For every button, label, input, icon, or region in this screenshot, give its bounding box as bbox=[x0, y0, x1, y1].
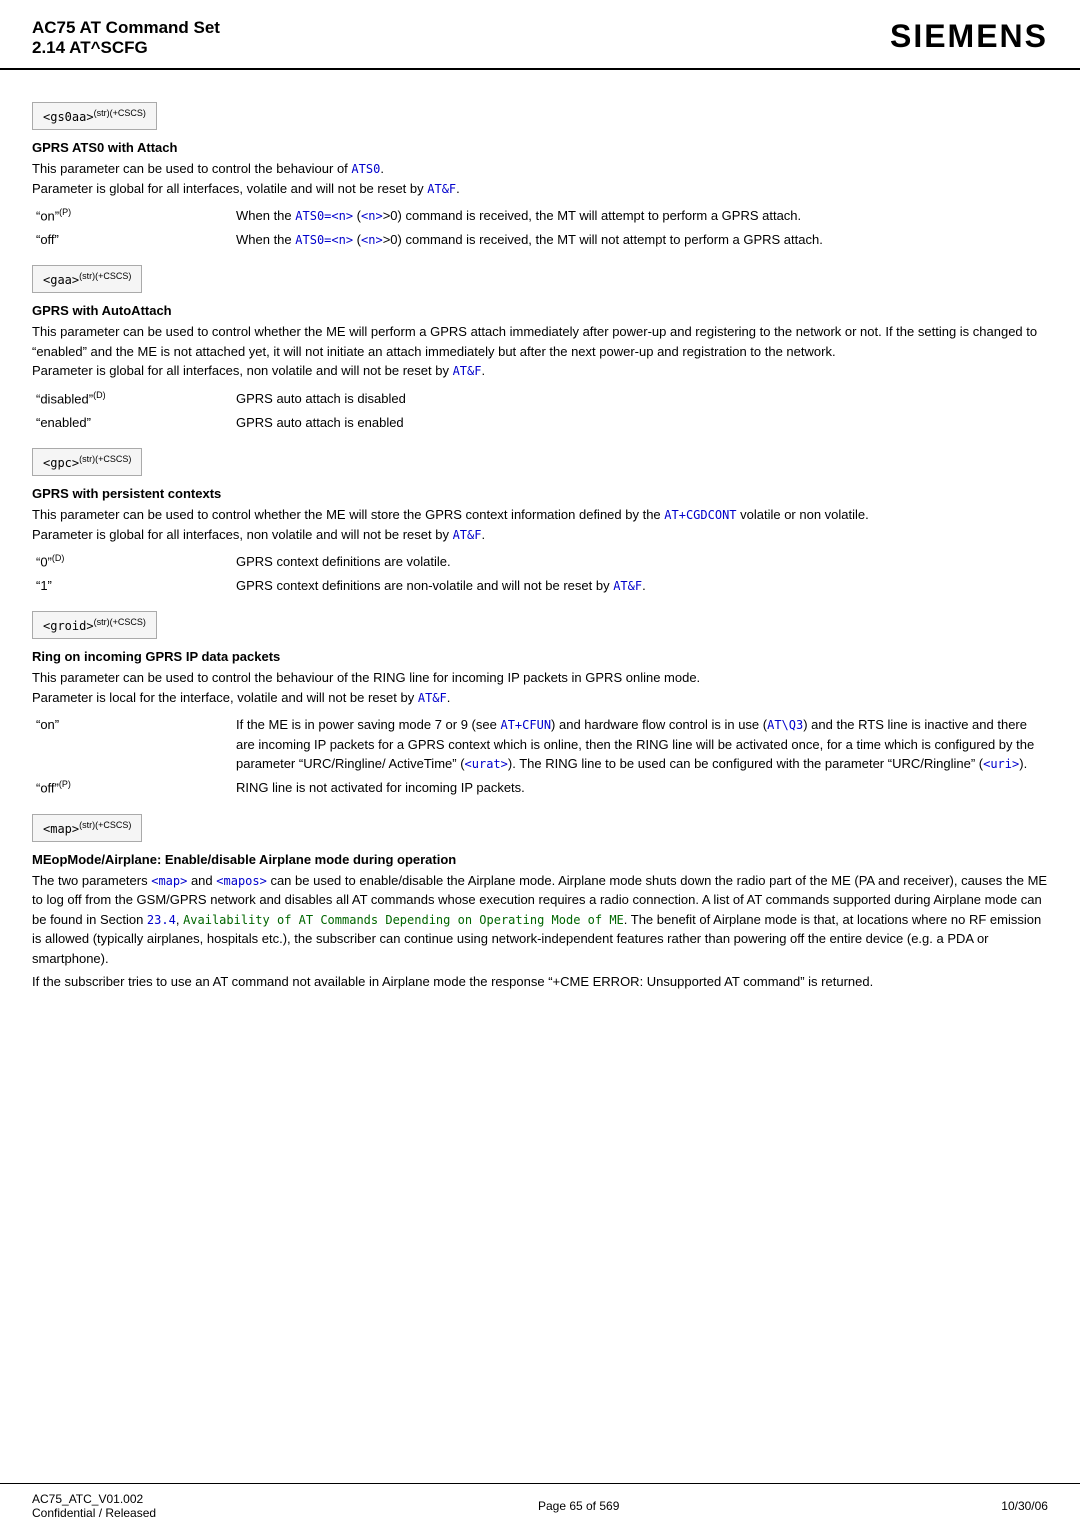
param-box-map: <map>(str)(+CSCS) bbox=[32, 814, 142, 842]
def-table-gs0aa: “on”(P) When the ATS0=<n> (<n>>0) comman… bbox=[32, 204, 1048, 251]
page-footer: AC75_ATC_V01.002 Confidential / Released… bbox=[0, 1483, 1080, 1528]
section-groid: <groid>(str)(+CSCS) Ring on incoming GPR… bbox=[32, 611, 1048, 799]
main-content: <gs0aa>(str)(+CSCS) GPRS ATS0 with Attac… bbox=[0, 70, 1080, 1018]
table-row: “0”(D) GPRS context definitions are vola… bbox=[32, 550, 1048, 574]
ref-atf-1: AT&F bbox=[427, 182, 456, 196]
page-header: AC75 AT Command Set 2.14 AT^SCFG SIEMENS bbox=[0, 0, 1080, 70]
term-off: “off” bbox=[32, 228, 232, 252]
body-text-gaa-1: This parameter can be used to control wh… bbox=[32, 322, 1048, 381]
param-name-gpc: <gpc> bbox=[43, 456, 79, 470]
param-sup-gpc: (str)(+CSCS) bbox=[79, 454, 131, 464]
ref-atf-3: AT&F bbox=[453, 528, 482, 542]
param-sup-groid: (str)(+CSCS) bbox=[94, 617, 146, 627]
def-off-groid: RING line is not activated for incoming … bbox=[232, 776, 1048, 800]
section-map: <map>(str)(+CSCS) MEopMode/Airplane: Ena… bbox=[32, 814, 1048, 992]
ref-section-234: 23.4 bbox=[147, 913, 176, 927]
param-box-gpc: <gpc>(str)(+CSCS) bbox=[32, 448, 142, 476]
table-row: “on” If the ME is in power saving mode 7… bbox=[32, 713, 1048, 776]
footer-page-number: Page 65 of 569 bbox=[538, 1499, 619, 1513]
def-table-groid: “on” If the ME is in power saving mode 7… bbox=[32, 713, 1048, 799]
term-1: “1” bbox=[32, 574, 232, 598]
ref-mapos: <mapos> bbox=[216, 874, 267, 888]
body-text-gs0aa-1: This parameter can be used to control th… bbox=[32, 159, 1048, 198]
term-on-groid: “on” bbox=[32, 713, 232, 776]
def-table-gpc: “0”(D) GPRS context definitions are vola… bbox=[32, 550, 1048, 597]
body-text-gpc-1: This parameter can be used to control wh… bbox=[32, 505, 1048, 544]
header-right: SIEMENS bbox=[890, 18, 1048, 55]
term-enabled: “enabled” bbox=[32, 411, 232, 435]
table-row: “1” GPRS context definitions are non-vol… bbox=[32, 574, 1048, 598]
param-sup-gs0aa: (str)(+CSCS) bbox=[94, 108, 146, 118]
body-text-map-2: If the subscriber tries to use an AT com… bbox=[32, 972, 1048, 992]
section-heading-map: MEopMode/Airplane: Enable/disable Airpla… bbox=[32, 852, 1048, 867]
table-row: “on”(P) When the ATS0=<n> (<n>>0) comman… bbox=[32, 204, 1048, 228]
body-text-groid-1: This parameter can be used to control th… bbox=[32, 668, 1048, 707]
section-gaa: <gaa>(str)(+CSCS) GPRS with AutoAttach T… bbox=[32, 265, 1048, 434]
param-name-groid: <groid> bbox=[43, 619, 94, 633]
footer-date: 10/30/06 bbox=[1001, 1499, 1048, 1513]
document-title: AC75 AT Command Set bbox=[32, 18, 220, 38]
term-off-groid: “off”(P) bbox=[32, 776, 232, 800]
ref-cgdcont: AT+CGDCONT bbox=[664, 508, 736, 522]
table-row: “enabled” GPRS auto attach is enabled bbox=[32, 411, 1048, 435]
ref-map: <map> bbox=[151, 874, 187, 888]
param-box-gaa: <gaa>(str)(+CSCS) bbox=[32, 265, 142, 293]
ref-availability: Availability of AT Commands Depending on… bbox=[183, 913, 624, 927]
footer-status: Confidential / Released bbox=[32, 1506, 156, 1520]
section-heading-gpc: GPRS with persistent contexts bbox=[32, 486, 1048, 501]
def-disabled: GPRS auto attach is disabled bbox=[232, 387, 1048, 411]
def-on-groid: If the ME is in power saving mode 7 or 9… bbox=[232, 713, 1048, 776]
param-name-gaa: <gaa> bbox=[43, 273, 79, 287]
table-row: “disabled”(D) GPRS auto attach is disabl… bbox=[32, 387, 1048, 411]
def-1: GPRS context definitions are non-volatil… bbox=[232, 574, 1048, 598]
table-row: “off”(P) RING line is not activated for … bbox=[32, 776, 1048, 800]
ref-ats0: ATS0 bbox=[351, 162, 380, 176]
brand-logo: SIEMENS bbox=[890, 18, 1048, 55]
def-on: When the ATS0=<n> (<n>>0) command is rec… bbox=[232, 204, 1048, 228]
term-0: “0”(D) bbox=[32, 550, 232, 574]
param-name-gs0aa: <gs0aa> bbox=[43, 110, 94, 124]
footer-doc-id: AC75_ATC_V01.002 bbox=[32, 1492, 156, 1506]
body-text-map-1: The two parameters <map> and <mapos> can… bbox=[32, 871, 1048, 969]
def-off: When the ATS0=<n> (<n>>0) command is rec… bbox=[232, 228, 1048, 252]
def-table-gaa: “disabled”(D) GPRS auto attach is disabl… bbox=[32, 387, 1048, 434]
section-gpc: <gpc>(str)(+CSCS) GPRS with persistent c… bbox=[32, 448, 1048, 597]
section-heading-gs0aa: GPRS ATS0 with Attach bbox=[32, 140, 1048, 155]
table-row: “off” When the ATS0=<n> (<n>>0) command … bbox=[32, 228, 1048, 252]
section-gs0aa: <gs0aa>(str)(+CSCS) GPRS ATS0 with Attac… bbox=[32, 102, 1048, 251]
def-0: GPRS context definitions are volatile. bbox=[232, 550, 1048, 574]
param-name-map: <map> bbox=[43, 822, 79, 836]
header-left: AC75 AT Command Set 2.14 AT^SCFG bbox=[32, 18, 220, 58]
section-heading-groid: Ring on incoming GPRS IP data packets bbox=[32, 649, 1048, 664]
param-box-gs0aa: <gs0aa>(str)(+CSCS) bbox=[32, 102, 157, 130]
term-on: “on”(P) bbox=[32, 204, 232, 228]
section-heading-gaa: GPRS with AutoAttach bbox=[32, 303, 1048, 318]
term-disabled: “disabled”(D) bbox=[32, 387, 232, 411]
param-box-groid: <groid>(str)(+CSCS) bbox=[32, 611, 157, 639]
param-sup-gaa: (str)(+CSCS) bbox=[79, 271, 131, 281]
def-enabled: GPRS auto attach is enabled bbox=[232, 411, 1048, 435]
footer-left: AC75_ATC_V01.002 Confidential / Released bbox=[32, 1492, 156, 1520]
ref-atf-2: AT&F bbox=[453, 364, 482, 378]
ref-atf-4: AT&F bbox=[418, 691, 447, 705]
document-subtitle: 2.14 AT^SCFG bbox=[32, 38, 220, 58]
param-sup-map: (str)(+CSCS) bbox=[79, 820, 131, 830]
